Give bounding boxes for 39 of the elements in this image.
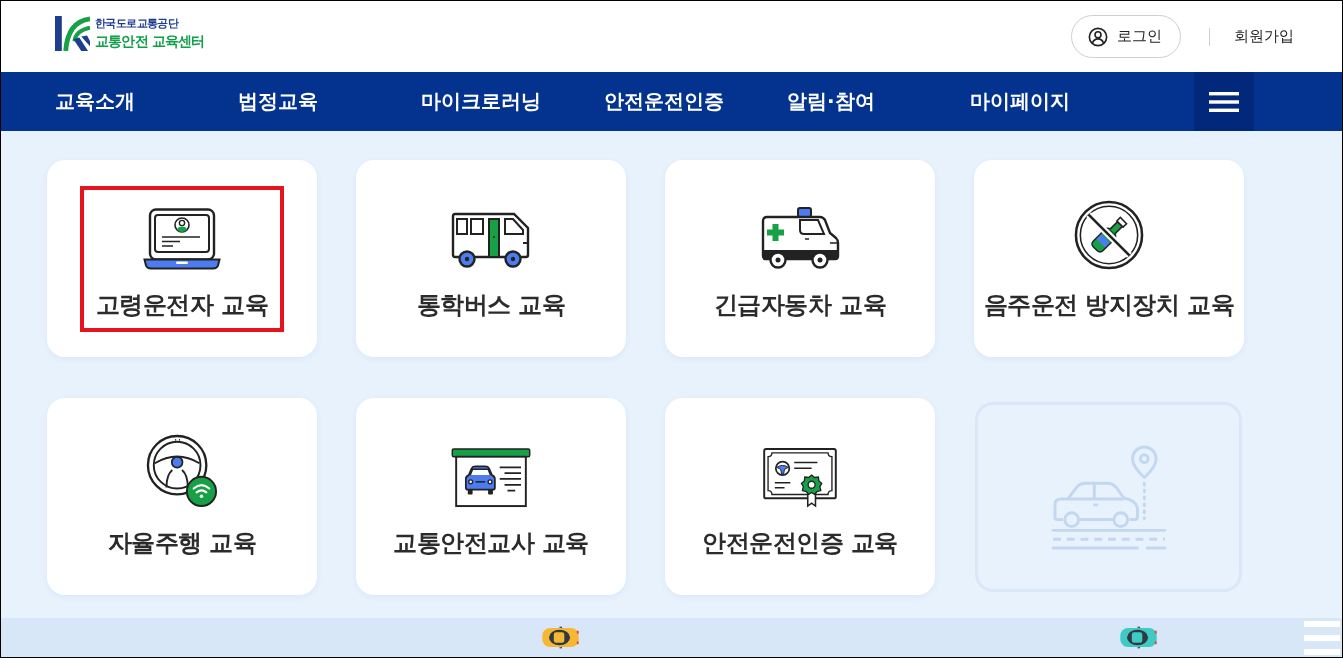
nav-link[interactable]: 알림·참여: [787, 88, 970, 115]
nav-link[interactable]: 마이페이지: [970, 88, 1153, 115]
bus-icon: [450, 211, 532, 270]
course-card[interactable]: 자율주행 교육: [47, 398, 317, 595]
menu-button[interactable]: [1194, 72, 1254, 131]
laptop-icon: [143, 207, 221, 270]
car-board-icon: [451, 447, 531, 508]
certificate-icon: [762, 447, 838, 508]
card-title: 안전운전인증 교육: [702, 527, 898, 558]
no-drinking-icon: [1074, 199, 1144, 270]
course-card[interactable]: 안전운전인증 교육: [665, 398, 935, 595]
course-card[interactable]: 통학버스 교육: [356, 160, 626, 357]
logo-icon: [55, 16, 90, 51]
stripe-icon: [1304, 620, 1340, 655]
steering-wheel-icon: [146, 433, 218, 508]
nav-link[interactable]: 교육소개: [55, 88, 238, 115]
user-icon: [1088, 26, 1108, 47]
login-button[interactable]: 로그인: [1071, 15, 1181, 58]
nav-link[interactable]: 안전운전인증: [604, 88, 787, 115]
course-card[interactable]: 교통안전교사 교육: [356, 398, 626, 595]
signup-link[interactable]: 회원가입: [1234, 27, 1294, 46]
card-title: 교통안전교사 교육: [393, 527, 589, 558]
car-icon: [541, 626, 580, 649]
card-title: 음주운전 방지장치 교육: [983, 289, 1235, 320]
nav-link[interactable]: 마이크로러닝: [421, 88, 604, 115]
center-name: 교통안전 교육센터: [95, 33, 205, 50]
course-card[interactable]: 긴급자동차 교육: [665, 160, 935, 357]
card-title: 자율주행 교육: [107, 527, 257, 558]
card-title: 긴급자동차 교육: [713, 289, 887, 320]
nav-link[interactable]: 법정교육: [238, 88, 421, 115]
car-pin-icon: [1050, 444, 1167, 550]
ambulance-icon: [760, 205, 840, 270]
car-icon: [1119, 626, 1158, 649]
card-title: 통학버스 교육: [416, 289, 566, 320]
course-card[interactable]: 고령운전자 교육: [47, 160, 317, 357]
course-card[interactable]: 음주운전 방지장치 교육: [974, 160, 1244, 357]
menu-icon[interactable]: [1209, 91, 1239, 112]
organization-name: 한국도로교통공단: [95, 17, 180, 30]
card-title: 고령운전자 교육: [95, 289, 269, 320]
